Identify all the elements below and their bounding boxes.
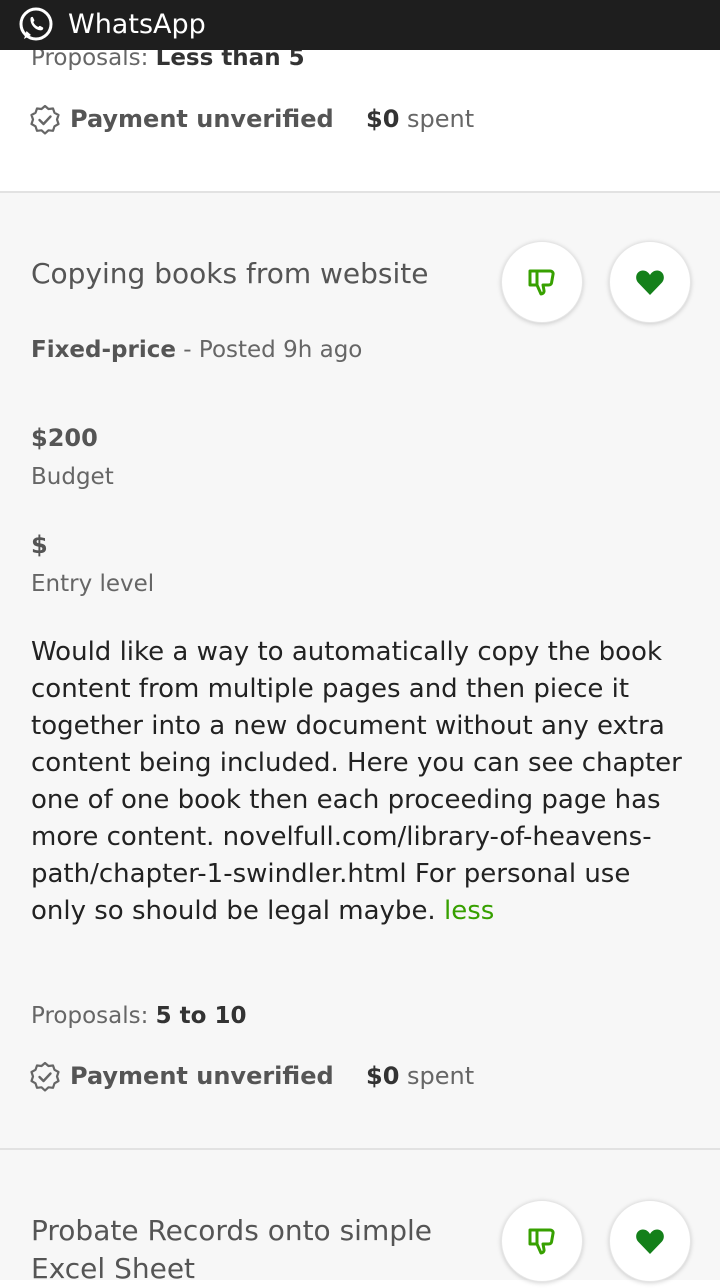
verified-badge-icon xyxy=(30,104,60,135)
experience-level-label: Entry level xyxy=(31,571,155,597)
show-less-link[interactable]: less xyxy=(444,896,494,926)
job-card-next[interactable]: Probate Records onto simple Excel Sheet xyxy=(0,1150,720,1285)
payment-status: Payment unverified xyxy=(70,105,334,133)
job-title[interactable]: Copying books from website xyxy=(31,255,429,293)
budget-value: $200 xyxy=(31,424,98,452)
job-type: Fixed-price - Posted 9h ago xyxy=(31,337,363,363)
heart-icon xyxy=(636,1229,664,1254)
status-bar: WhatsApp xyxy=(0,0,720,50)
job-description: Would like a way to automatically copy t… xyxy=(31,637,682,926)
app-name: WhatsApp xyxy=(68,9,206,40)
whatsapp-icon xyxy=(19,7,53,41)
job-title[interactable]: Probate Records onto simple Excel Sheet xyxy=(31,1212,432,1288)
thumbs-down-icon xyxy=(528,269,555,296)
proposals-count: Proposals: 5 to 10 xyxy=(31,1003,247,1029)
dislike-button[interactable] xyxy=(501,1200,583,1282)
save-job-button[interactable] xyxy=(609,241,691,323)
thumbs-down-icon xyxy=(528,1228,555,1255)
budget-label: Budget xyxy=(31,464,114,490)
verified-badge-icon xyxy=(30,1061,60,1092)
job-card[interactable]: Copying books from website Fixed-price -… xyxy=(0,193,720,1150)
dislike-button[interactable] xyxy=(501,241,583,323)
payment-status: Payment unverified xyxy=(70,1062,334,1090)
client-spent: $0 spent xyxy=(366,1062,475,1090)
save-job-button[interactable] xyxy=(609,1200,691,1282)
heart-icon xyxy=(636,270,664,295)
posted-time: - Posted 9h ago xyxy=(183,337,363,363)
experience-level-value: $ xyxy=(31,531,48,559)
client-spent: $0 spent xyxy=(366,105,475,133)
